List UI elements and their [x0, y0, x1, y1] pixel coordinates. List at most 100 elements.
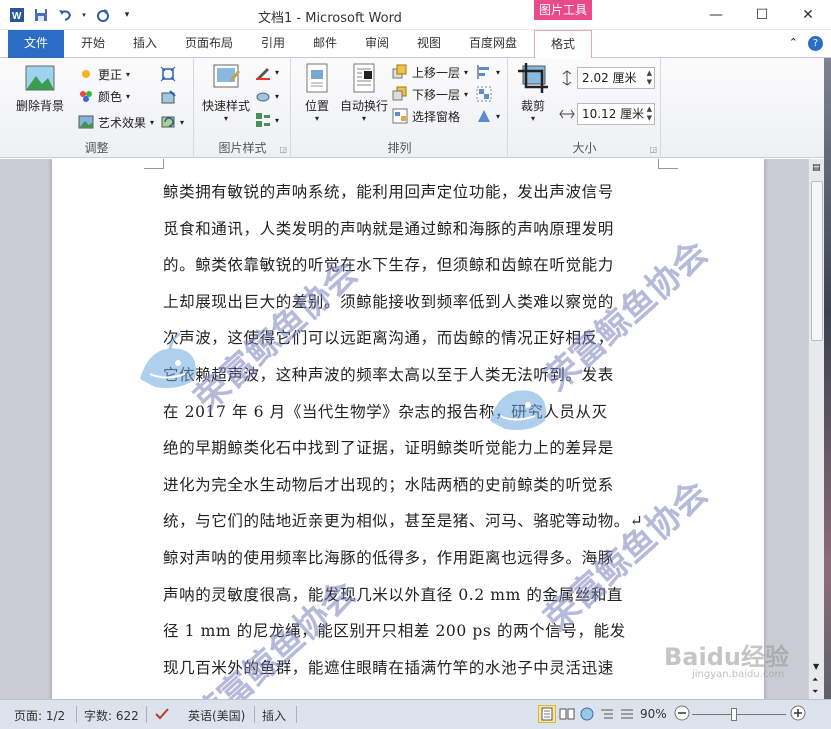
tab-references[interactable]: 引用 — [248, 30, 298, 58]
tab-baidu-netdisk[interactable]: 百度网盘 — [460, 30, 526, 58]
page-count[interactable]: 页面: 1/2 — [14, 707, 65, 724]
tab-page-layout[interactable]: 页面布局 — [176, 30, 242, 58]
help-icon[interactable]: ? — [808, 36, 823, 51]
ribbon-tabs: 文件 开始 插入 页面布局 引用 邮件 审阅 视图 百度网盘 格式 ⌃ ? — [0, 30, 831, 58]
group-size: 裁剪 ▾ 2.02 厘米 ▲ ▼ 10.12 厘米 ▲ ▼ 大小 ◲ — [509, 58, 661, 158]
wrap-text-icon — [348, 62, 380, 94]
zoom-in-icon[interactable] — [790, 705, 806, 724]
width-spinner-icon[interactable]: ▲ ▼ — [647, 105, 652, 123]
text-line: 现几百米外的鱼群，能遮住眼睛在插满竹竿的水池子中灵活迅速 — [163, 658, 614, 677]
maximize-icon[interactable]: ☐ — [739, 0, 785, 30]
picture-styles-launcher-icon[interactable]: ◲ — [279, 145, 287, 154]
reset-picture-icon[interactable]: ▾ — [160, 112, 184, 132]
rotate-icon[interactable]: ▾ — [476, 106, 500, 126]
undo-dropdown-icon[interactable]: ▾ — [80, 6, 88, 24]
bring-forward-icon — [392, 64, 408, 80]
corrections-button[interactable]: 更正 ▾ — [78, 64, 130, 84]
selection-pane-button[interactable]: 选择窗格 — [392, 106, 460, 126]
next-page-icon[interactable]: ⏷ — [812, 687, 818, 697]
send-backward-button[interactable]: 下移一层 ▾ — [392, 84, 468, 104]
svg-text:W: W — [12, 11, 22, 22]
customize-icon[interactable]: ▾ — [118, 6, 136, 24]
word-count[interactable]: 字数: 622 — [84, 707, 139, 724]
scrollbar-thumb[interactable] — [811, 181, 823, 341]
crop-button[interactable]: 裁剪 ▾ — [511, 62, 555, 123]
print-layout-icon[interactable] — [538, 705, 556, 723]
tab-insert[interactable]: 插入 — [120, 30, 170, 58]
vertical-scrollbar[interactable]: ▤ ▼ ⏶ ⏷ — [808, 159, 824, 699]
picture-layout-button[interactable]: ▾ — [255, 110, 279, 130]
compress-pictures-icon[interactable] — [160, 64, 176, 84]
group-picture-styles: 快速样式 ▾ ▾ ▾ ▾ 图片样式 ◲ — [195, 58, 291, 158]
minimize-ribbon-icon[interactable]: ⌃ — [789, 36, 798, 51]
text-line: 在 2017 年 6 月《当代生物学》杂志的报告称，研究人员从灭 — [163, 402, 608, 421]
text-line: 觅食和通讯，人类发明的声呐就是通过鲸和海豚的声呐原理发明 — [163, 219, 614, 238]
zoom-slider-thumb[interactable] — [731, 708, 737, 721]
group-adjust: 删除背景 更正 ▾ 颜色 ▾ 艺术效果 ▾ ▾ 调整 — [0, 58, 194, 158]
change-picture-icon[interactable] — [160, 88, 176, 108]
sun-icon — [78, 66, 94, 82]
group-objects-icon[interactable] — [476, 84, 492, 104]
group-arrange-label: 排列 — [387, 141, 412, 155]
ribbon: 删除背景 更正▾ 颜色▾ 艺术效果▾ ▾ 调整 快速样式 ▾ ▾ ▾ ▾ — [0, 58, 831, 158]
text-line: 鲸对声呐的使用频率比海豚的低得多，作用距离也远得多。海豚 — [163, 548, 614, 567]
tab-format[interactable]: 格式 — [534, 30, 592, 58]
tab-review[interactable]: 审阅 — [352, 30, 402, 58]
remove-background-button[interactable]: 删除背景 — [10, 62, 70, 114]
picture-border-button[interactable]: ▾ — [255, 62, 279, 82]
zoom-out-icon[interactable] — [674, 705, 690, 724]
text-line: 鲸类拥有敏锐的声呐系统，能利用回声定位功能，发出声波信号 — [163, 183, 614, 201]
undo-icon[interactable] — [56, 6, 74, 24]
text-line: 的。鲸类依靠敏锐的听觉在水下生存，但须鲸和齿鲸在听觉能力 — [163, 256, 614, 275]
minimize-icon[interactable]: — — [693, 0, 739, 30]
tab-mailings[interactable]: 邮件 — [300, 30, 350, 58]
proofing-icon[interactable] — [154, 707, 172, 724]
word-icon[interactable]: W — [8, 6, 26, 24]
picture-effects-button[interactable]: ▾ — [255, 86, 279, 106]
bring-forward-button[interactable]: 上移一层 ▾ — [392, 62, 468, 82]
redo-icon[interactable] — [94, 6, 112, 24]
insert-mode[interactable]: 插入 — [262, 707, 286, 724]
height-spinner-icon[interactable]: ▲ ▼ — [647, 69, 652, 87]
draft-view-icon[interactable] — [618, 705, 636, 723]
full-screen-reading-icon[interactable] — [558, 705, 576, 723]
remove-background-label: 删除背景 — [15, 99, 64, 113]
baidu-watermark: Baidu经验 — [664, 643, 789, 671]
quick-styles-button[interactable]: 快速样式 ▾ — [199, 62, 253, 123]
save-icon[interactable] — [32, 6, 50, 24]
position-label: 位置 — [304, 99, 329, 113]
scroll-down-icon[interactable]: ▼ — [813, 662, 819, 671]
tab-view[interactable]: 视图 — [404, 30, 454, 58]
width-icon — [559, 106, 575, 122]
tab-home[interactable]: 开始 — [68, 30, 118, 58]
color-button[interactable]: 颜色 ▾ — [78, 86, 130, 106]
artistic-effects-button[interactable]: 艺术效果 ▾ — [78, 112, 154, 132]
quick-styles-dropdown-icon: ▾ — [223, 114, 228, 123]
outline-view-icon[interactable] — [598, 705, 616, 723]
group-adjust-label: 调整 — [84, 141, 109, 155]
width-input[interactable]: 10.12 厘米 ▲ ▼ — [577, 103, 655, 125]
tab-file[interactable]: 文件 — [8, 30, 64, 58]
quick-styles-label: 快速样式 — [201, 99, 250, 113]
align-icon[interactable]: ▾ — [476, 62, 500, 82]
previous-page-icon[interactable]: ⏶ — [812, 675, 818, 685]
text-line: 上却展现出巨大的差别。须鲸能接收到频率低到人类难以察觉的 — [163, 292, 614, 311]
zoom-slider-track[interactable] — [692, 714, 786, 715]
baidu-url: jingyan.baidu.com — [692, 669, 785, 680]
text-line: 声呐的灵敏度很高，能发现几米以外直径 0.2 mm 的金属丝和直 — [163, 585, 624, 604]
zoom-level[interactable]: 90% — [640, 707, 667, 721]
wrap-text-button[interactable]: 自动换行 ▾ — [338, 62, 390, 123]
position-button[interactable]: 位置 ▾ — [294, 62, 340, 123]
document-text[interactable]: 鲸类拥有敏锐的声呐系统，能利用回声定位功能，发出声波信号 觅食和通讯，人类发明的… — [163, 174, 659, 686]
crop-icon — [517, 62, 549, 94]
web-layout-icon[interactable] — [578, 705, 596, 723]
size-launcher-icon[interactable]: ◲ — [649, 145, 657, 154]
close-icon[interactable]: ✕ — [785, 0, 831, 30]
document-page[interactable]: 鲸类拥有敏锐的声呐系统，能利用回声定位功能，发出声波信号 觅食和通讯，人类发明的… — [52, 159, 789, 699]
context-group-header: 图片工具 — [534, 0, 592, 20]
ruler-toggle-icon[interactable]: ▤ — [812, 163, 821, 173]
color-palette-icon — [78, 88, 94, 104]
language-indicator[interactable]: 英语(美国) — [188, 707, 245, 724]
crop-label: 裁剪 — [520, 99, 545, 113]
height-input[interactable]: 2.02 厘米 ▲ ▼ — [577, 67, 655, 89]
